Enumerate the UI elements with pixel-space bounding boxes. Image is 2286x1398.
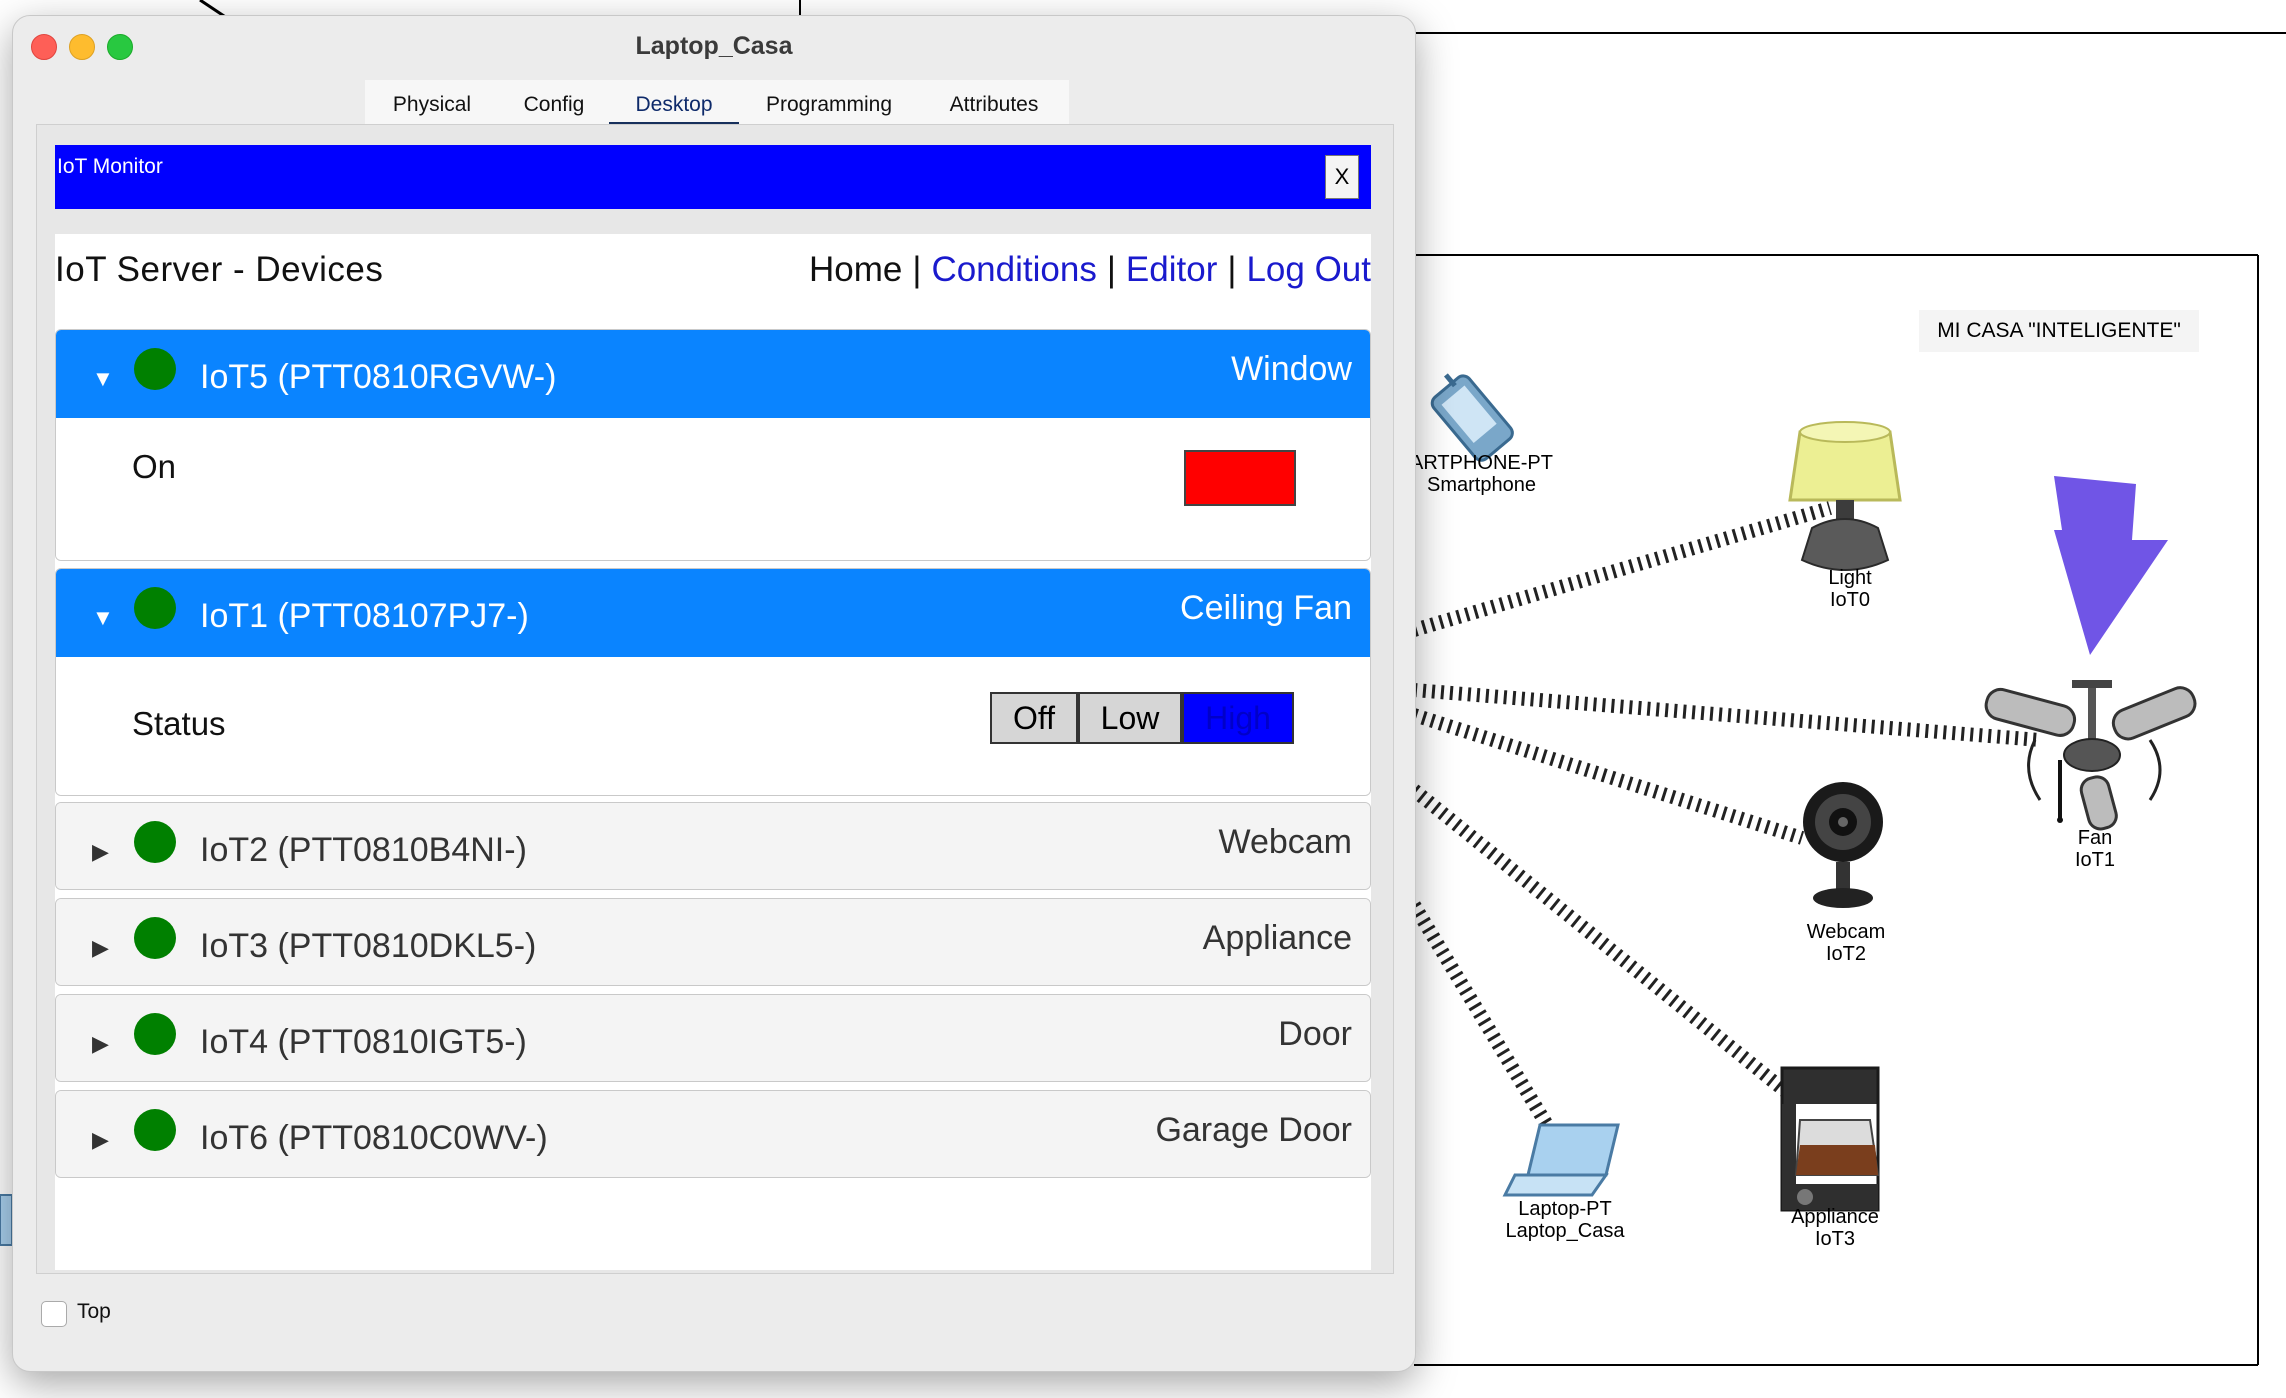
device-name: IoT0 [1829, 589, 1871, 611]
caret-right-icon[interactable]: ▶ [92, 1127, 109, 1153]
device-card-iot6: ▶ IoT6 (PTT0810C0WV-) Garage Door [55, 1090, 1371, 1178]
topology-title-label: MI CASA "INTELIGENTE" [1919, 310, 2199, 352]
device-name: IoT4 (PTT0810IGT5-) [200, 1023, 527, 1061]
topology-label-fan[interactable]: Fan IoT1 [2050, 827, 2140, 871]
device-header-iot3[interactable]: ▶ IoT3 (PTT0810DKL5-) Appliance [56, 899, 1370, 985]
tab-bar: Physical Config Desktop Programming Attr… [365, 80, 1069, 128]
nav-separator: | [912, 250, 922, 289]
nav-separator: | [1106, 250, 1116, 289]
purple-arrow-icon [2054, 476, 2168, 655]
status-dot-icon [134, 1013, 176, 1055]
device-model: Webcam [1806, 921, 1886, 943]
server-header: IoT Server - Devices Home | Conditions | Edi… [55, 250, 1371, 300]
webcam-icon [1803, 782, 1883, 908]
caret-down-icon[interactable]: ▼ [92, 366, 114, 392]
top-checkbox-label: Top [77, 1300, 111, 1323]
caret-right-icon[interactable]: ▶ [92, 935, 109, 961]
laptop-window: Laptop_Casa Physical Config Desktop Prog… [12, 15, 1416, 1372]
device-type: Webcam [1218, 823, 1352, 861]
device-type: Appliance [1202, 919, 1352, 957]
device-model: Fan [2077, 827, 2113, 849]
server-title: IoT Server - Devices [55, 250, 384, 289]
iot-monitor-bar: IoT Monitor X [55, 145, 1371, 209]
device-card-iot4: ▶ IoT4 (PTT0810IGT5-) Door [55, 994, 1371, 1082]
ceiling-fan-icon [1984, 680, 2197, 831]
device-header-iot1[interactable]: ▼ IoT1 (PTT08107PJ7-) Ceiling Fan [56, 569, 1370, 657]
topology-label-smartphone[interactable]: ARTPHONE-PT Smartphone [1410, 452, 1553, 496]
device-name: IoT3 [1814, 1228, 1856, 1250]
device-model: Laptop-PT [1518, 1198, 1612, 1220]
nav-logout-link[interactable]: Log Out [1246, 250, 1371, 289]
tab-attributes[interactable]: Attributes [919, 80, 1069, 128]
status-dot-icon [134, 1109, 176, 1151]
nav-editor-link[interactable]: Editor [1126, 250, 1217, 289]
lamp-icon [1788, 421, 1902, 571]
topology-label-appliance[interactable]: Appliance IoT3 [1780, 1206, 1890, 1250]
device-body-iot1: Status Off Low High [56, 657, 1370, 795]
property-label-on: On [132, 448, 177, 485]
nav-home-link[interactable]: Home [809, 250, 902, 289]
device-name: IoT6 (PTT0810C0WV-) [200, 1119, 548, 1157]
caret-down-icon[interactable]: ▼ [92, 605, 114, 631]
fan-low-button[interactable]: Low [1078, 692, 1182, 744]
server-nav: Home | Conditions | Editor | Log Out [809, 250, 1371, 290]
device-model: Appliance [1791, 1206, 1879, 1228]
tab-physical[interactable]: Physical [365, 80, 499, 128]
status-dot-icon [134, 821, 176, 863]
device-header-iot4[interactable]: ▶ IoT4 (PTT0810IGT5-) Door [56, 995, 1370, 1081]
topology-label-webcam[interactable]: Webcam IoT2 [1796, 921, 1896, 965]
device-header-iot6[interactable]: ▶ IoT6 (PTT0810C0WV-) Garage Door [56, 1091, 1370, 1177]
status-dot-icon [134, 587, 176, 629]
laptop-icon [1502, 1123, 1620, 1197]
tab-desktop[interactable]: Desktop [609, 80, 739, 128]
top-checkbox[interactable] [41, 1301, 67, 1327]
iot-monitor-title: IoT Monitor [57, 155, 163, 178]
iot-server-panel: IoT Server - Devices Home | Conditions | Edi… [55, 234, 1371, 1270]
nav-conditions-link[interactable]: Conditions [931, 250, 1096, 289]
device-card-iot3: ▶ IoT3 (PTT0810DKL5-) Appliance [55, 898, 1371, 986]
device-type: Garage Door [1155, 1111, 1352, 1149]
device-name: IoT2 [1825, 943, 1867, 965]
device-name: IoT1 (PTT08107PJ7-) [200, 597, 529, 635]
device-type: Window [1231, 350, 1352, 388]
device-name: IoT2 (PTT0810B4NI-) [200, 831, 527, 869]
tab-programming[interactable]: Programming [739, 80, 919, 128]
partial-device-icon [0, 1194, 13, 1246]
device-header-iot2[interactable]: ▶ IoT2 (PTT0810B4NI-) Webcam [56, 803, 1370, 889]
device-type: Ceiling Fan [1180, 589, 1352, 627]
device-header-iot5[interactable]: ▼ IoT5 (PTT0810RGVW-) Window [56, 330, 1370, 418]
device-card-iot1: ▼ IoT1 (PTT08107PJ7-) Ceiling Fan Status… [55, 568, 1371, 796]
window-title: Laptop_Casa [635, 32, 793, 60]
topology-label-light[interactable]: Light IoT0 [1808, 567, 1892, 611]
status-dot-icon [134, 348, 176, 390]
monitor-close-button[interactable]: X [1325, 155, 1359, 199]
device-name: IoT1 [2074, 849, 2116, 871]
device-name: Smartphone [1427, 474, 1536, 496]
property-label-status: Status [132, 705, 226, 742]
tab-config[interactable]: Config [499, 80, 609, 128]
device-name: IoT5 (PTT0810RGVW-) [200, 358, 557, 396]
coffee-maker-icon [1780, 1066, 1880, 1212]
device-name: Laptop_Casa [1505, 1220, 1625, 1242]
window-titlebar[interactable]: Laptop_Casa [13, 16, 1415, 76]
topology-label-laptop[interactable]: Laptop-PT Laptop_Casa [1495, 1198, 1635, 1242]
on-state-indicator [1184, 450, 1296, 506]
fan-off-button[interactable]: Off [990, 692, 1078, 744]
device-name: IoT3 (PTT0810DKL5-) [200, 927, 537, 965]
caret-right-icon[interactable]: ▶ [92, 839, 109, 865]
smartphone-icon [1430, 373, 1514, 462]
device-model: ARTPHONE-PT [1410, 452, 1553, 474]
wireless-links [1408, 501, 2041, 1134]
device-card-iot2: ▶ IoT2 (PTT0810B4NI-) Webcam [55, 802, 1371, 890]
device-card-iot5: ▼ IoT5 (PTT0810RGVW-) Window On [55, 329, 1371, 561]
device-body-iot5: On [56, 418, 1370, 560]
device-model: Light [1828, 567, 1872, 589]
nav-separator: | [1227, 250, 1237, 289]
status-dot-icon [134, 917, 176, 959]
fan-high-button[interactable]: High [1182, 692, 1294, 744]
device-type: Door [1278, 1015, 1352, 1053]
caret-right-icon[interactable]: ▶ [92, 1031, 109, 1057]
